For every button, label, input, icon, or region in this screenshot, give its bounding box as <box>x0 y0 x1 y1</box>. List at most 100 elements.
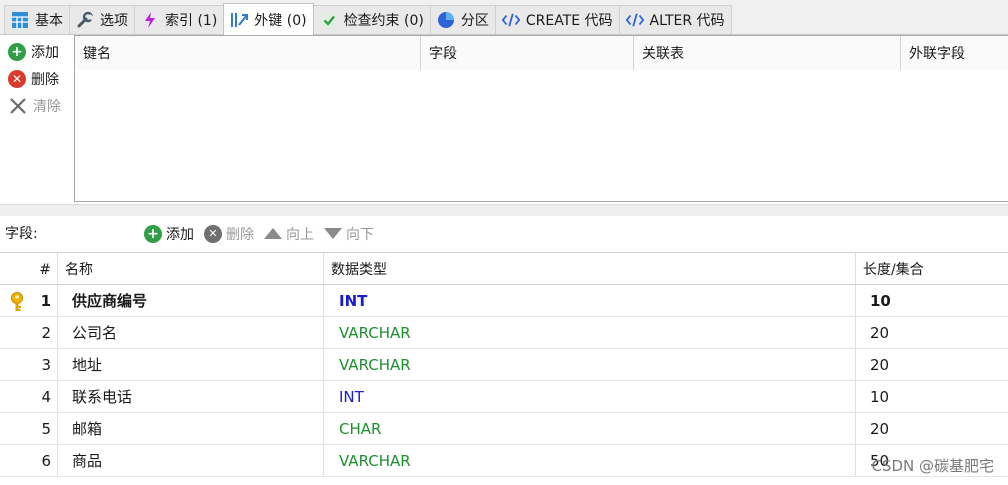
tab-basic[interactable]: 基本 <box>4 5 70 34</box>
row-key-cell <box>0 445 32 476</box>
fields-label: 字段: <box>5 226 38 242</box>
tab-options[interactable]: 选项 <box>69 5 135 34</box>
column-key <box>0 253 32 284</box>
row-number[interactable]: 6 <box>32 445 58 476</box>
close-icon: ✕ <box>8 69 26 88</box>
fk-column-ref-table[interactable]: 关联表 <box>634 36 901 70</box>
field-name-cell[interactable]: 联系电话 <box>58 381 324 412</box>
table-grid-icon <box>11 11 29 29</box>
tab-label: 选项 <box>100 13 128 29</box>
table-row[interactable]: 5 邮箱 CHAR 20 <box>0 413 1008 445</box>
plus-icon: + <box>8 42 26 61</box>
field-move-down-button[interactable]: 向下 <box>324 220 374 247</box>
tab-label: 索引 (1) <box>165 13 218 29</box>
field-type-cell[interactable]: VARCHAR <box>324 317 856 348</box>
field-length-cell[interactable]: 10 <box>856 285 1008 316</box>
tab-foreign-keys[interactable]: 外键 (0) <box>223 3 314 35</box>
foreign-key-icon <box>230 11 249 29</box>
fk-column-key-name[interactable]: 键名 <box>75 36 421 70</box>
column-name[interactable]: 名称 <box>58 253 324 284</box>
clear-x-icon <box>8 96 28 116</box>
tab-bar: 基本 选项 索引 (1) 外键 (0) 检查约束 (0) 分区 CREATE 代… <box>0 0 1008 35</box>
field-type-cell[interactable]: VARCHAR <box>324 349 856 380</box>
fk-delete-label: 删除 <box>31 71 59 88</box>
row-key-cell <box>0 381 32 412</box>
table-row[interactable]: 3 地址 VARCHAR 20 <box>0 349 1008 381</box>
tab-label: CREATE 代码 <box>525 13 613 29</box>
row-number[interactable]: 5 <box>32 413 58 444</box>
field-name-cell[interactable]: 邮箱 <box>58 413 324 444</box>
row-key-cell <box>0 413 32 444</box>
close-icon: ✕ <box>204 224 222 243</box>
tab-list: 基本 选项 索引 (1) 外键 (0) 检查约束 (0) 分区 CREATE 代… <box>4 3 732 35</box>
check-icon <box>320 11 338 29</box>
foreign-key-pane: + 添加 ✕ 删除 清除 键名 字段 关联表 外联字段 <box>0 35 1008 205</box>
field-name-cell[interactable]: 地址 <box>58 349 324 380</box>
field-name-cell[interactable]: 公司名 <box>58 317 324 348</box>
row-key-cell <box>0 317 32 348</box>
field-move-up-button[interactable]: 向上 <box>264 220 314 247</box>
fk-column-ref-fields[interactable]: 外联字段 <box>901 36 1008 70</box>
fields-grid[interactable]: # 名称 数据类型 长度/集合 1 供应商编号 INT 10 2 公司名 VARCHAR 20… <box>0 252 1008 485</box>
fk-clear-button[interactable]: 清除 <box>8 92 74 119</box>
column-length[interactable]: 长度/集合 <box>856 253 1008 284</box>
row-number[interactable]: 2 <box>32 317 58 348</box>
tab-label: 外键 (0) <box>254 12 307 29</box>
field-move-down-label: 向下 <box>346 226 374 243</box>
table-row[interactable]: 6 商品 VARCHAR 50 <box>0 445 1008 477</box>
fk-column-fields[interactable]: 字段 <box>421 36 634 70</box>
tab-label: 分区 <box>460 13 489 29</box>
table-row[interactable]: 4 联系电话 INT 10 <box>0 381 1008 413</box>
fk-clear-label: 清除 <box>33 98 61 115</box>
fk-delete-button[interactable]: ✕ 删除 <box>8 65 74 92</box>
fields-toolbar: 字段: + 添加 ✕ 删除 向上 向下 <box>0 216 1008 248</box>
field-name-cell[interactable]: 供应商编号 <box>58 285 324 316</box>
row-key-cell <box>0 285 32 316</box>
field-type-cell[interactable]: INT <box>324 381 856 412</box>
tab-indexes[interactable]: 索引 (1) <box>134 5 225 34</box>
field-move-up-label: 向上 <box>286 226 314 243</box>
watermark: CSDN @碳基肥宅 <box>871 457 994 475</box>
tab-create-code[interactable]: CREATE 代码 <box>494 5 620 34</box>
row-number[interactable]: 4 <box>32 381 58 412</box>
column-data-type[interactable]: 数据类型 <box>324 253 856 284</box>
field-type-cell[interactable]: INT <box>324 285 856 316</box>
table-row[interactable]: 2 公司名 VARCHAR 20 <box>0 317 1008 349</box>
field-add-button[interactable]: + 添加 <box>144 220 194 247</box>
field-delete-label: 删除 <box>226 226 254 243</box>
tab-alter-code[interactable]: ALTER 代码 <box>618 5 732 34</box>
field-delete-button[interactable]: ✕ 删除 <box>204 220 254 247</box>
code-icon <box>501 11 520 29</box>
row-key-cell <box>0 349 32 380</box>
tab-label: 基本 <box>35 13 63 29</box>
tab-partitions[interactable]: 分区 <box>429 5 496 34</box>
plus-icon: + <box>144 224 162 243</box>
tab-label: ALTER 代码 <box>649 13 725 29</box>
field-length-cell[interactable]: 20 <box>856 349 1008 380</box>
wrench-icon <box>76 11 94 29</box>
field-name-cell[interactable]: 商品 <box>58 445 324 476</box>
fk-add-button[interactable]: + 添加 <box>8 38 74 65</box>
column-number[interactable]: # <box>32 253 58 284</box>
fields-header: # 名称 数据类型 长度/集合 <box>0 253 1008 285</box>
row-number[interactable]: 3 <box>32 349 58 380</box>
field-add-label: 添加 <box>166 226 194 243</box>
lightning-icon <box>141 11 159 29</box>
foreign-key-grid[interactable]: 键名 字段 关联表 外联字段 <box>74 35 1008 202</box>
field-length-cell[interactable]: 10 <box>856 381 1008 412</box>
field-type-cell[interactable]: VARCHAR <box>324 445 856 476</box>
row-number[interactable]: 1 <box>32 285 58 316</box>
code-icon <box>625 11 644 29</box>
arrow-up-icon <box>264 228 282 239</box>
field-length-cell[interactable]: 20 <box>856 413 1008 444</box>
fields-tools: + 添加 ✕ 删除 向上 向下 <box>144 220 374 247</box>
tab-label: 检查约束 (0) <box>343 13 424 29</box>
field-length-cell[interactable]: 20 <box>856 317 1008 348</box>
fk-add-label: 添加 <box>31 44 59 61</box>
table-row[interactable]: 1 供应商编号 INT 10 <box>0 285 1008 317</box>
arrow-down-icon <box>324 228 342 239</box>
pie-icon <box>437 11 455 29</box>
foreign-key-actions: + 添加 ✕ 删除 清除 <box>8 38 74 119</box>
tab-check-constraints[interactable]: 检查约束 (0) <box>312 5 431 34</box>
field-type-cell[interactable]: CHAR <box>324 413 856 444</box>
